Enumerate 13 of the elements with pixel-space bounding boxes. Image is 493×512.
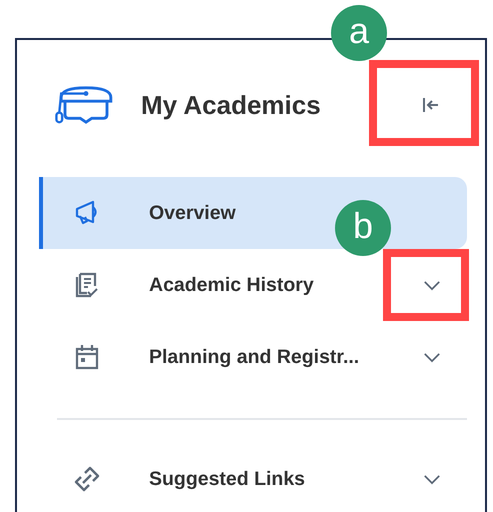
nav-item-label: Academic History [149, 274, 314, 296]
chevron-down-icon[interactable] [423, 280, 441, 290]
nav-item[interactable]: Planning and Registr... [39, 321, 406, 393]
chevron-down-icon[interactable] [423, 474, 441, 484]
panel-title: My Academics [141, 90, 321, 120]
nav-item-label: Suggested Links [149, 468, 306, 490]
nav-item-label: Planning and Registr... [149, 346, 360, 368]
chevron-down-icon[interactable] [423, 352, 441, 362]
nav-item-label: Overview [149, 202, 236, 224]
link-icon [73, 465, 101, 493]
callout-badge: a [331, 5, 387, 61]
nav-item[interactable]: Suggested Links [39, 443, 406, 512]
calendar-icon [73, 343, 101, 371]
